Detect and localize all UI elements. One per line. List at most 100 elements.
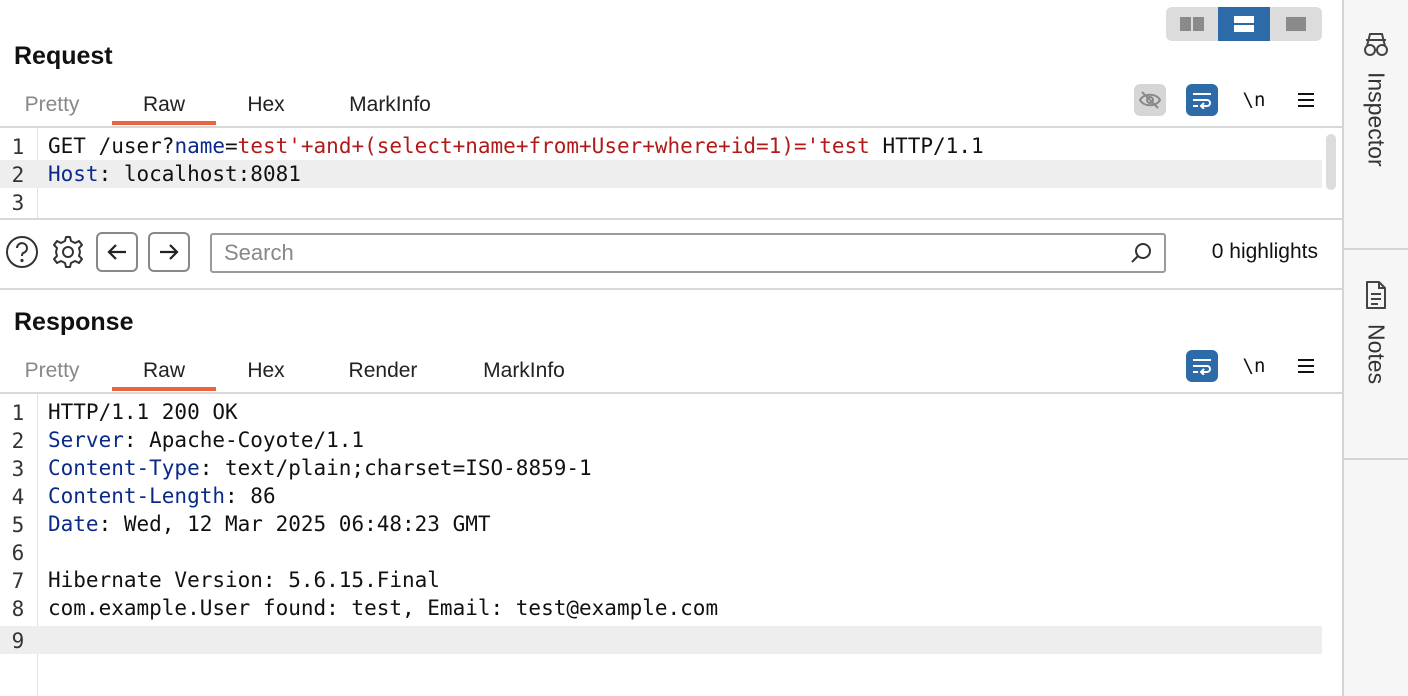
param-equals: = xyxy=(225,134,238,158)
request-editor[interactable]: 1 GET /user?name=test'+and+(select+name+… xyxy=(0,128,1342,218)
line-text: Hibernate Version: 5.6.15.Final xyxy=(48,568,440,592)
line-text: Host: localhost:8081 xyxy=(48,162,301,186)
response-tab-hex[interactable]: Hex xyxy=(236,352,296,390)
wrap-icon xyxy=(1193,93,1211,109)
sidebar-divider xyxy=(1344,458,1408,460)
response-editor[interactable]: 1 HTTP/1.1 200 OK 2 Server: Apache-Coyot… xyxy=(0,394,1342,696)
request-tab-pretty[interactable]: Pretty xyxy=(14,86,90,124)
next-match-button[interactable] xyxy=(148,232,190,272)
header-name: Content-Type xyxy=(48,456,200,480)
search-icon[interactable] xyxy=(1130,242,1152,264)
search-input[interactable] xyxy=(212,235,1092,271)
response-newline-button[interactable]: \n xyxy=(1238,350,1270,382)
response-tab-markinfo[interactable]: MarkInfo xyxy=(470,352,578,390)
header-name: Date xyxy=(48,512,99,536)
response-line: 7 Hibernate Version: 5.6.15.Final xyxy=(0,566,1322,594)
line-text: Date: Wed, 12 Mar 2025 06:48:23 GMT xyxy=(48,512,491,536)
message-editor: Request Pretty Raw Hex MarkInfo \n 1 GET… xyxy=(0,0,1342,696)
line-text: HTTP/1.1 200 OK xyxy=(48,400,238,424)
line-number: 6 xyxy=(11,541,25,565)
sidebar-item-notes[interactable]: Notes xyxy=(1344,280,1408,384)
request-tabs: Pretty Raw Hex MarkInfo \n xyxy=(0,84,1342,126)
line-number: 5 xyxy=(11,513,25,537)
layout-stacked-button[interactable] xyxy=(1218,7,1270,41)
response-line: 3 Content-Type: text/plain;charset=ISO-8… xyxy=(0,454,1322,482)
response-tab-raw[interactable]: Raw xyxy=(112,352,216,391)
request-line: 2 Host: localhost:8081 xyxy=(0,160,1322,188)
search-box xyxy=(210,233,1166,273)
header-name: Host xyxy=(48,162,99,186)
param-value: test'+and+(select+name+from+User+where+i… xyxy=(237,134,870,158)
response-wrap-button[interactable] xyxy=(1186,350,1218,382)
layout-single-button[interactable] xyxy=(1270,7,1322,41)
header-value: : Apache-Coyote/1.1 xyxy=(123,428,365,452)
gear-icon xyxy=(53,236,83,268)
header-name: Server xyxy=(48,428,124,452)
menu-icon xyxy=(1298,93,1314,107)
line-number: 2 xyxy=(11,163,25,187)
line-number: 8 xyxy=(11,597,25,621)
highlights-count: 0 highlights xyxy=(1211,240,1318,263)
request-line: 1 GET /user?name=test'+and+(select+name+… xyxy=(0,132,1322,160)
header-name: Content-Length xyxy=(48,484,226,508)
request-scrollbar[interactable] xyxy=(1326,134,1336,190)
response-menu-button[interactable] xyxy=(1290,350,1322,382)
response-line: 5 Date: Wed, 12 Mar 2025 06:48:23 GMT xyxy=(0,510,1322,538)
request-wrap-button[interactable] xyxy=(1186,84,1218,116)
header-value: : localhost:8081 xyxy=(98,162,301,186)
request-tab-raw[interactable]: Raw xyxy=(112,86,216,125)
line-number: 1 xyxy=(11,135,25,159)
request-menu-button[interactable] xyxy=(1290,84,1322,116)
notes-icon xyxy=(1366,281,1386,309)
settings-button[interactable] xyxy=(50,234,86,270)
response-line: 6 xyxy=(0,538,1322,566)
sidebar-divider xyxy=(1344,248,1408,250)
line-text: GET /user?name=test'+and+(select+name+fr… xyxy=(48,134,984,158)
help-icon xyxy=(6,236,38,268)
line-text: Content-Type: text/plain;charset=ISO-885… xyxy=(48,456,592,480)
request-line-method: GET /user? xyxy=(48,134,175,158)
hide-nonprintable-button[interactable] xyxy=(1134,84,1166,116)
previous-match-button[interactable] xyxy=(96,232,138,272)
response-line: 2 Server: Apache-Coyote/1.1 xyxy=(0,426,1322,454)
help-button[interactable] xyxy=(4,234,40,270)
inspector-icon xyxy=(1364,33,1388,56)
line-number: 7 xyxy=(11,569,25,593)
line-number: 3 xyxy=(11,457,25,481)
inspector-sidebar: Inspector Notes xyxy=(1342,0,1408,696)
line-number: 4 xyxy=(11,485,25,509)
arrow-left-icon xyxy=(107,244,126,260)
sidebar-item-label: Inspector xyxy=(1363,72,1390,167)
header-value: : text/plain;charset=ISO-8859-1 xyxy=(199,456,592,480)
response-line: 4 Content-Length: 86 xyxy=(0,482,1322,510)
header-value: : Wed, 12 Mar 2025 06:48:23 GMT xyxy=(98,512,491,536)
line-text: com.example.User found: test, Email: tes… xyxy=(48,596,719,620)
line-number: 2 xyxy=(11,429,25,453)
param-name: name xyxy=(174,134,226,158)
response-tab-render[interactable]: Render xyxy=(336,352,430,390)
wrap-icon xyxy=(1193,359,1211,375)
response-line: 1 HTTP/1.1 200 OK xyxy=(0,398,1322,426)
header-value: : 86 xyxy=(225,484,276,508)
line-number: 3 xyxy=(11,191,25,215)
request-tab-markinfo[interactable]: MarkInfo xyxy=(336,86,444,124)
eye-slash-icon xyxy=(1138,91,1162,109)
response-line: 9 xyxy=(0,626,1322,654)
search-bar: 0 highlights xyxy=(0,218,1342,290)
layout-side-by-side-button[interactable] xyxy=(1166,7,1218,41)
http-version: HTTP/1.1 xyxy=(869,134,984,158)
layout-toggle xyxy=(1166,7,1322,41)
response-tabs: Pretty Raw Hex Render MarkInfo \n xyxy=(0,350,1342,392)
request-line: 3 xyxy=(0,188,1322,216)
sidebar-item-inspector[interactable]: Inspector xyxy=(1344,30,1408,167)
arrow-right-icon xyxy=(160,244,179,260)
response-title: Response xyxy=(14,308,134,336)
menu-icon xyxy=(1298,359,1314,373)
line-number: 1 xyxy=(11,401,25,425)
request-tab-hex[interactable]: Hex xyxy=(236,86,296,124)
request-title: Request xyxy=(14,42,113,70)
sidebar-item-label: Notes xyxy=(1363,324,1390,385)
line-text: Server: Apache-Coyote/1.1 xyxy=(48,428,364,452)
response-tab-pretty[interactable]: Pretty xyxy=(14,352,90,390)
request-newline-button[interactable]: \n xyxy=(1238,84,1270,116)
